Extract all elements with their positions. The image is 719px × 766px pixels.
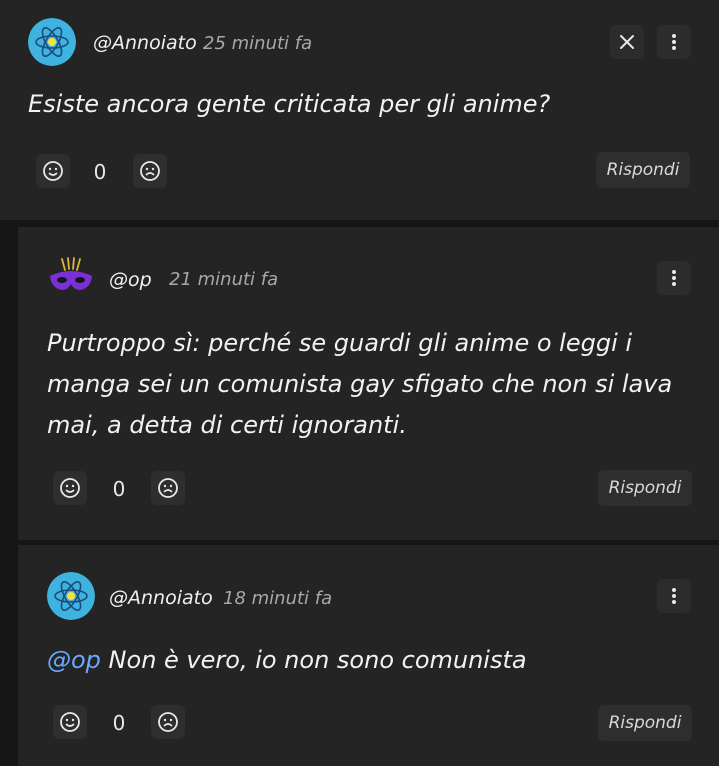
- comment-card: @Annoiato 25 minuti fa Esiste ancora gen…: [0, 0, 719, 220]
- comment-text-body: Non è vero, io non sono comunista: [100, 646, 527, 674]
- atom-avatar-icon: [47, 572, 95, 620]
- timestamp: 25 minuti fa: [203, 33, 313, 54]
- username[interactable]: @op: [109, 269, 152, 291]
- comment-text-line: mai, a detta di certi ignoranti.: [47, 411, 407, 439]
- user-avatar[interactable]: [47, 572, 95, 620]
- downvote-button[interactable]: [151, 705, 185, 739]
- timestamp: 18 minuti fa: [223, 588, 333, 609]
- vote-count: 0: [93, 160, 107, 184]
- frown-icon: [158, 478, 178, 498]
- downvote-button[interactable]: [133, 154, 167, 188]
- upvote-button[interactable]: [53, 705, 87, 739]
- frown-icon: [140, 161, 160, 181]
- reply-button[interactable]: Rispondi: [596, 152, 690, 188]
- atom-avatar-icon: [28, 18, 76, 66]
- username[interactable]: @Annoiato: [93, 32, 197, 54]
- more-vertical-icon: [672, 588, 676, 604]
- comment-text: Esiste ancora gente criticata per gli an…: [28, 90, 551, 118]
- user-avatar[interactable]: [28, 18, 76, 66]
- close-button[interactable]: [610, 25, 644, 59]
- downvote-button[interactable]: [151, 471, 185, 505]
- user-mention-link[interactable]: @op: [47, 646, 101, 674]
- upvote-button[interactable]: [36, 154, 70, 188]
- smile-icon: [60, 712, 80, 732]
- comment-text-line: manga sei un comunista gay sfigato che n…: [47, 370, 673, 398]
- smile-icon: [60, 478, 80, 498]
- comment-text-line: Purtroppo sì: perché se guardi gli anime…: [47, 329, 633, 357]
- more-options-button[interactable]: [657, 25, 691, 59]
- reply-button[interactable]: Rispondi: [598, 470, 692, 506]
- more-vertical-icon: [672, 270, 676, 286]
- more-options-button[interactable]: [657, 579, 691, 613]
- timestamp: 21 minuti fa: [169, 269, 279, 290]
- comment-text: @op Non è vero, io non sono comunista: [47, 641, 527, 679]
- frown-icon: [158, 712, 178, 732]
- reply-card: @Annoiato 18 minuti fa @op Non è vero, i…: [18, 545, 719, 766]
- smile-icon: [43, 161, 63, 181]
- mask-avatar-icon: [50, 257, 92, 290]
- user-avatar[interactable]: [47, 254, 95, 302]
- vote-count: 0: [112, 711, 126, 735]
- more-options-button[interactable]: [657, 261, 691, 295]
- close-icon: [620, 35, 634, 49]
- reply-card: @op 21 minuti fa Purtroppo sì: perché se…: [18, 227, 719, 540]
- vote-count: 0: [112, 477, 126, 501]
- username[interactable]: @Annoiato: [109, 587, 213, 609]
- upvote-button[interactable]: [53, 471, 87, 505]
- more-vertical-icon: [672, 34, 676, 50]
- reply-button[interactable]: Rispondi: [598, 705, 692, 741]
